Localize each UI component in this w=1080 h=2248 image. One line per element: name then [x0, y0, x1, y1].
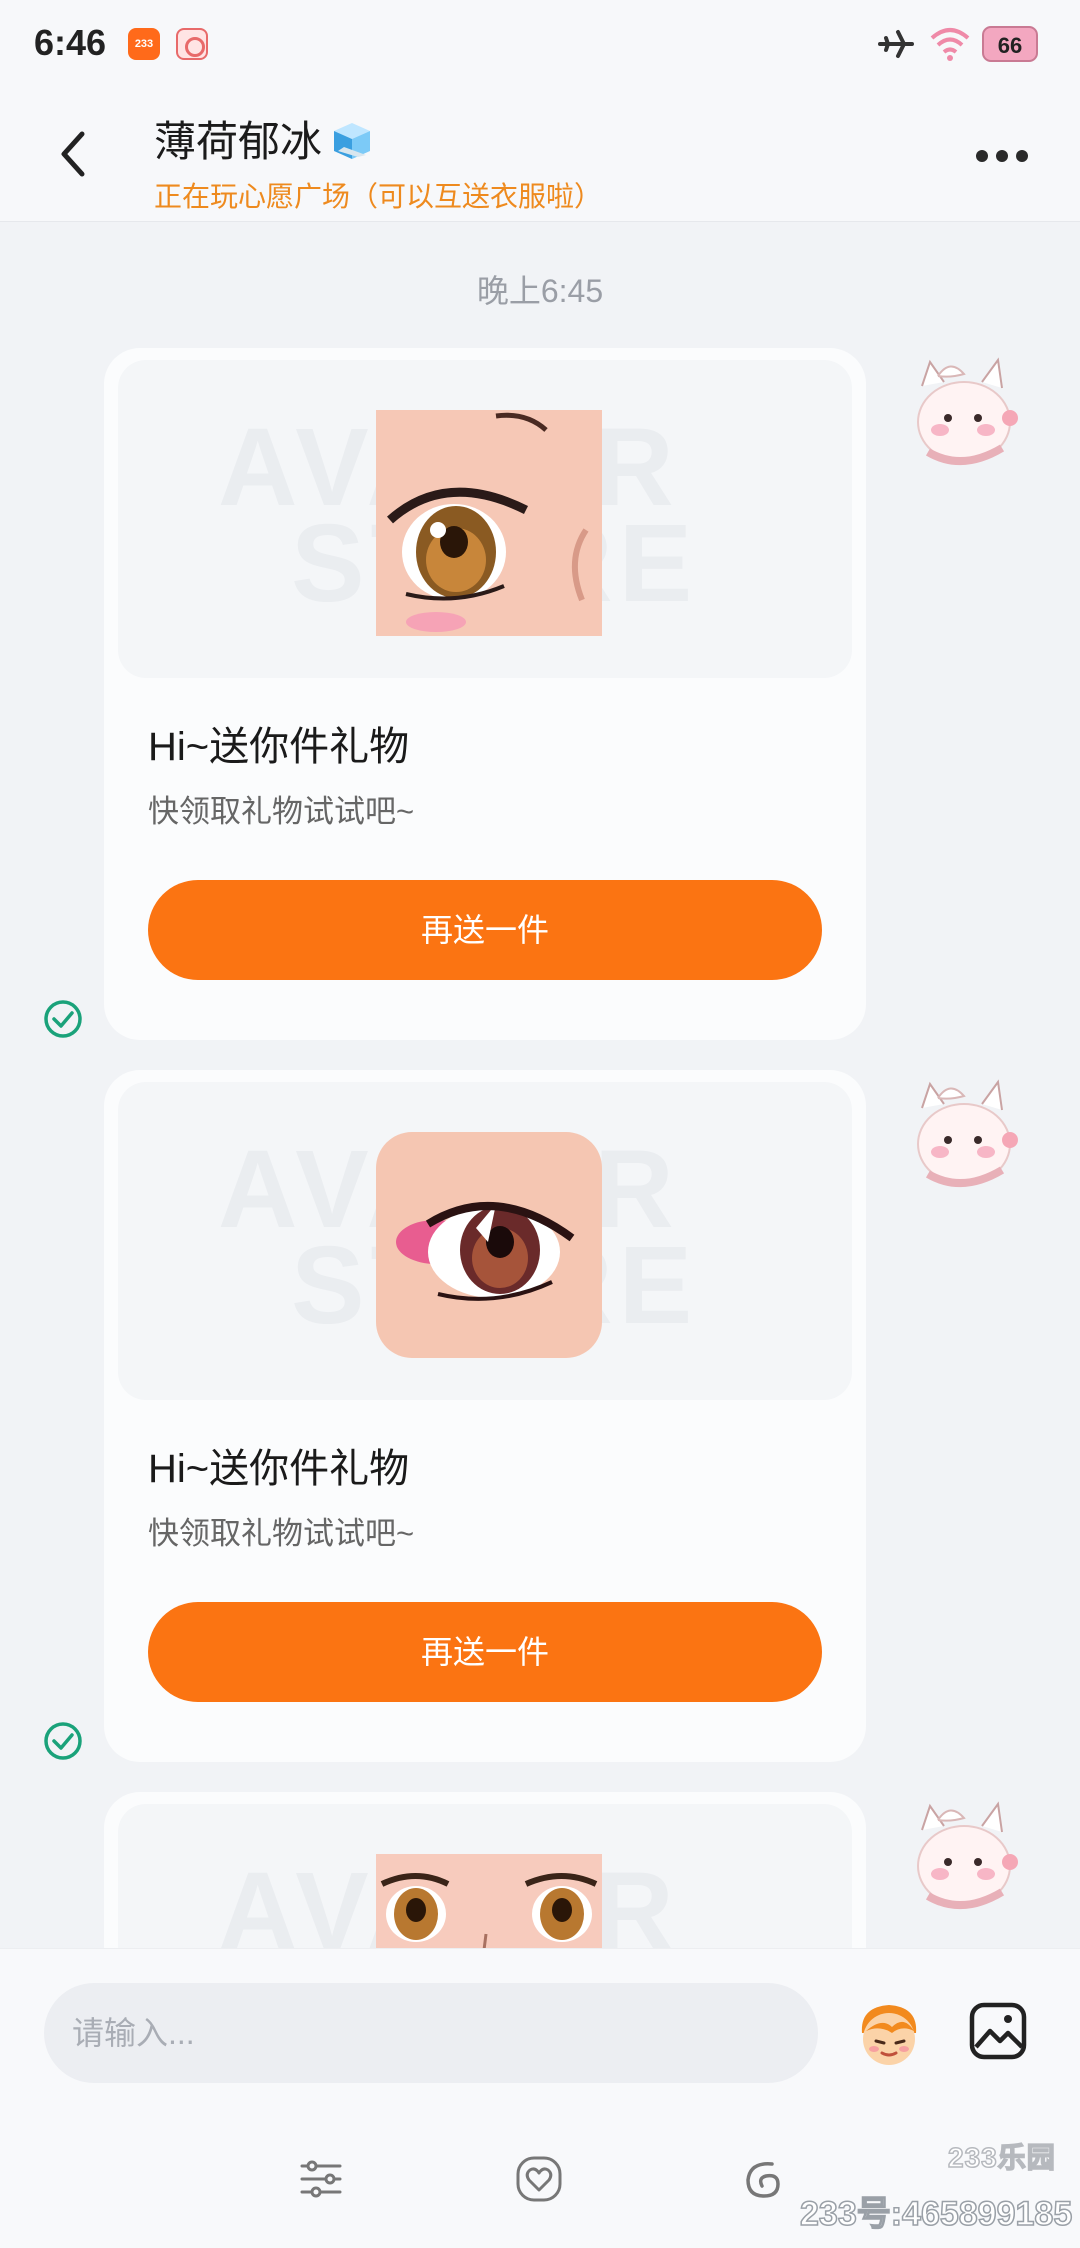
message-timestamp: 晚上6:45: [476, 273, 604, 309]
send-again-button[interactable]: 再送一件: [148, 880, 822, 980]
back-button[interactable]: [48, 122, 104, 186]
chat-header: 薄荷郁冰 正在玩心愿广场（可以互送衣服啦）: [0, 86, 1080, 222]
status-bar: 6:46 233 66: [0, 0, 1080, 86]
gift-image-area: AVATAR STORE: [118, 360, 852, 678]
more-options-button[interactable]: [972, 136, 1032, 176]
activity-status: 正在玩心愿广场（可以互送衣服啦）: [154, 181, 603, 212]
app-notification-icon: [176, 28, 208, 60]
user-avatar[interactable]: [898, 348, 1026, 476]
message-input[interactable]: [44, 1983, 818, 2083]
battery-indicator: 66: [982, 26, 1038, 62]
gift-eye-image: [376, 410, 602, 636]
gift-message-card[interactable]: AVATAR STORE Hi~送你件礼物 快领取礼物试试吧~ 再送一件: [104, 1070, 866, 1762]
status-time: 6:46: [34, 22, 107, 63]
message-input-bar: [0, 1948, 1080, 2116]
gift-description: 快领取礼物试试吧~: [148, 794, 415, 829]
site-watermark-logo: 233乐园: [947, 2141, 1056, 2174]
airplane-mode-icon: [878, 30, 914, 58]
gift-eye-image: [376, 1132, 602, 1358]
contact-name: 薄荷郁冰: [154, 118, 323, 165]
wifi-icon: [930, 28, 970, 61]
ice-cube-icon: [334, 122, 371, 159]
emoji-button[interactable]: [852, 1997, 926, 2071]
title-block: 薄荷郁冰 正在玩心愿广场（可以互送衣服啦）: [154, 108, 602, 215]
gift-message-card[interactable]: AVATAR STORE Hi~送你件礼物 快领取礼物试试吧~ 再送一件: [104, 348, 866, 1040]
heart-icon[interactable]: [514, 2154, 564, 2204]
read-check-icon: [44, 1722, 82, 1760]
gift-description: 快领取礼物试试吧~: [148, 1516, 415, 1551]
site-watermark-id: 233号:465899185: [799, 2194, 1073, 2234]
gift-title: Hi~送你件礼物: [148, 1447, 410, 1491]
image-picker-icon[interactable]: [966, 1999, 1030, 2063]
user-avatar[interactable]: [898, 1792, 1026, 1920]
chat-title[interactable]: 薄荷郁冰: [154, 108, 602, 169]
app-233-icon: 233: [128, 28, 160, 60]
send-again-button[interactable]: 再送一件: [148, 1602, 822, 1702]
settings-sliders-icon[interactable]: [296, 2154, 346, 2204]
swirl-icon[interactable]: [738, 2154, 788, 2204]
read-check-icon: [44, 1000, 82, 1038]
gift-image-area: AVATAR STORE: [118, 1082, 852, 1400]
user-avatar[interactable]: [898, 1070, 1026, 1198]
gift-title: Hi~送你件礼物: [148, 725, 410, 769]
